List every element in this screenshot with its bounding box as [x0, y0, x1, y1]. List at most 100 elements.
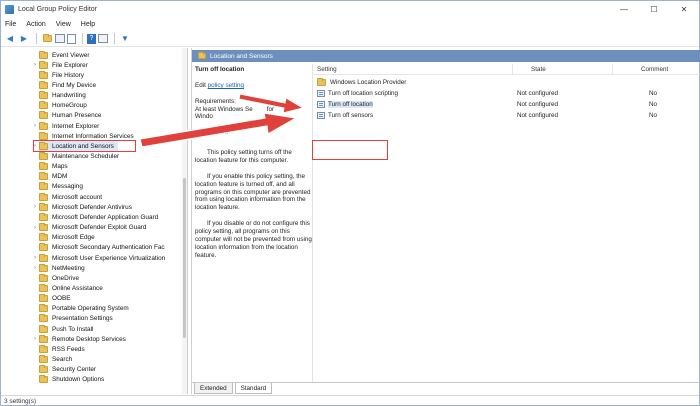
- close-button[interactable]: ✕: [669, 1, 699, 17]
- tree-item[interactable]: OOBE: [39, 294, 70, 304]
- menu-view[interactable]: View: [56, 21, 71, 28]
- help-icon[interactable]: ?: [87, 33, 96, 44]
- folder-icon: [39, 80, 48, 89]
- setting-cell: Turn off location: [313, 100, 513, 108]
- tree-item[interactable]: Search: [39, 355, 72, 365]
- tree-item[interactable]: Microsoft Secondary Authentication Fac: [39, 243, 165, 253]
- tree-item[interactable]: OneDrive: [39, 273, 79, 283]
- setting-cell: Windows Location Provider: [313, 77, 513, 86]
- tab-extended[interactable]: Extended: [194, 383, 233, 394]
- tree-item-label: Microsoft Defender Antivirus: [52, 203, 132, 211]
- column-comment[interactable]: Comment: [613, 64, 700, 75]
- chevron-right-icon[interactable]: ›: [34, 225, 36, 231]
- setting-name: Turn off location scripting: [328, 89, 399, 97]
- tree-item[interactable]: File History: [39, 70, 84, 80]
- folder-icon: [39, 365, 48, 374]
- description-paragraph-3: If you disable or do not configure this …: [195, 220, 312, 259]
- state-cell: Not configured: [517, 111, 558, 119]
- menu-help[interactable]: Help: [81, 21, 95, 28]
- column-setting[interactable]: Setting: [313, 64, 513, 75]
- tree-item-label: Internet Explorer: [52, 122, 100, 130]
- setting-name: Turn off sensors: [328, 111, 374, 119]
- description-paragraph-2: If you enable this policy setting, the l…: [195, 172, 311, 212]
- maximize-button[interactable]: ☐: [639, 1, 669, 17]
- tree-item[interactable]: Portable Operating System: [39, 304, 129, 314]
- scrollbar-thumb[interactable]: [183, 178, 186, 338]
- tree-item[interactable]: Microsoft account: [39, 192, 102, 202]
- requirements-text-b: for: [266, 105, 275, 113]
- tree-item[interactable]: Event Viewer: [39, 50, 90, 60]
- tree-item[interactable]: Push To Install: [39, 324, 93, 334]
- tree-item[interactable]: Maintenance Scheduler: [39, 152, 119, 162]
- tree-item[interactable]: Presentation Settings: [39, 314, 113, 324]
- tree-item[interactable]: › Microsoft Defender Exploit Guard: [34, 223, 146, 233]
- arrow-left-icon[interactable]: ◀: [4, 33, 16, 45]
- tab-standard[interactable]: Standard: [234, 383, 273, 394]
- table-row[interactable]: Turn off location scripting Not configure…: [313, 88, 700, 98]
- chevron-right-icon[interactable]: ›: [34, 336, 36, 342]
- chevron-right-icon[interactable]: ›: [34, 255, 36, 261]
- tree-item[interactable]: RSS Feeds: [39, 344, 85, 354]
- tree-item-label: Presentation Settings: [52, 315, 113, 323]
- show-hide-tree-icon[interactable]: [55, 34, 65, 43]
- tree-item[interactable]: Microsoft Edge: [39, 233, 95, 243]
- edit-line: Edit policy setting: [195, 82, 312, 90]
- tree-item[interactable]: MDM: [39, 172, 67, 182]
- table-row[interactable]: Windows Location Provider: [313, 77, 700, 87]
- properties-icon[interactable]: [98, 34, 108, 43]
- folder-icon: [39, 233, 48, 242]
- title-bar: Local Group Policy Editor — ☐ ✕: [1, 1, 699, 17]
- tree-item[interactable]: Find My Device: [39, 80, 96, 90]
- requirements-text-c: Windo: [195, 113, 213, 121]
- tree-item[interactable]: Messaging: [39, 182, 83, 192]
- tree-item[interactable]: › File Explorer: [34, 60, 88, 70]
- tree-item[interactable]: › Location and Sensors: [33, 140, 136, 153]
- folder-icon: [39, 131, 48, 140]
- navigation-tree-pane: Event Viewer › File Explorer File History Fi…: [1, 48, 188, 394]
- tree-item[interactable]: › Remote Desktop Services: [34, 334, 126, 344]
- tree-item[interactable]: › NetMeeting: [34, 263, 85, 273]
- column-state[interactable]: State: [513, 64, 613, 75]
- tree-item[interactable]: Human Presence: [39, 111, 101, 121]
- tree-item[interactable]: › Internet Explorer: [34, 121, 100, 131]
- tree-item-label: Find My Device: [52, 81, 97, 89]
- edit-policy-setting-link[interactable]: policy setting: [208, 82, 244, 89]
- folder-icon: [39, 375, 48, 384]
- view-tabs: Extended Standard: [192, 382, 700, 394]
- minimize-button[interactable]: —: [609, 1, 639, 17]
- tree-item-label: MDM: [52, 173, 68, 181]
- state-cell: Not configured: [517, 100, 558, 108]
- settings-list: Setting State Comment Windows Location P…: [312, 64, 700, 382]
- tree-item-label: File History: [52, 71, 84, 79]
- folder-up-icon[interactable]: [41, 33, 53, 45]
- tree-item-label: Security Center: [52, 366, 97, 374]
- table-row[interactable]: Turn off sensors Not configured No: [313, 110, 700, 120]
- tree-item[interactable]: Maps: [39, 162, 68, 172]
- tree-item[interactable]: Handwriting: [39, 91, 86, 101]
- chevron-right-icon[interactable]: ›: [34, 204, 36, 210]
- details-header-title: Location and Sensors: [210, 52, 273, 60]
- folder-icon: [39, 50, 48, 59]
- menu-file[interactable]: File: [5, 21, 16, 28]
- tree-item[interactable]: Security Center: [39, 365, 96, 375]
- tree-item[interactable]: Online Assistance: [39, 283, 103, 293]
- tree-item[interactable]: HomeGroup: [39, 101, 87, 111]
- tree-item[interactable]: › Microsoft User Experience Virtualizatio…: [34, 253, 165, 263]
- folder-icon: [39, 182, 48, 191]
- chevron-right-icon[interactable]: ›: [34, 123, 36, 129]
- chevron-right-icon[interactable]: ›: [34, 265, 36, 271]
- chevron-right-icon[interactable]: ›: [34, 62, 36, 68]
- tree-scrollbar[interactable]: [182, 48, 187, 394]
- tree-item[interactable]: Shutdown Options: [39, 375, 104, 385]
- tree-item-label: Messaging: [52, 183, 83, 191]
- tree-item[interactable]: › Microsoft Defender Antivirus: [34, 202, 132, 212]
- toolbar-divider: [82, 33, 83, 44]
- tree-item[interactable]: Microsoft Defender Application Guard: [39, 212, 158, 222]
- tree-item-label: Microsoft Defender Application Guard: [52, 213, 159, 221]
- arrow-right-icon[interactable]: ▶: [18, 33, 30, 45]
- window-title: Local Group Policy Editor: [18, 5, 97, 13]
- menu-action[interactable]: Action: [26, 21, 45, 28]
- filter-icon[interactable]: ▼: [119, 33, 131, 45]
- export-list-icon[interactable]: [67, 33, 76, 44]
- table-row[interactable]: Turn off location Not configured No: [313, 99, 700, 109]
